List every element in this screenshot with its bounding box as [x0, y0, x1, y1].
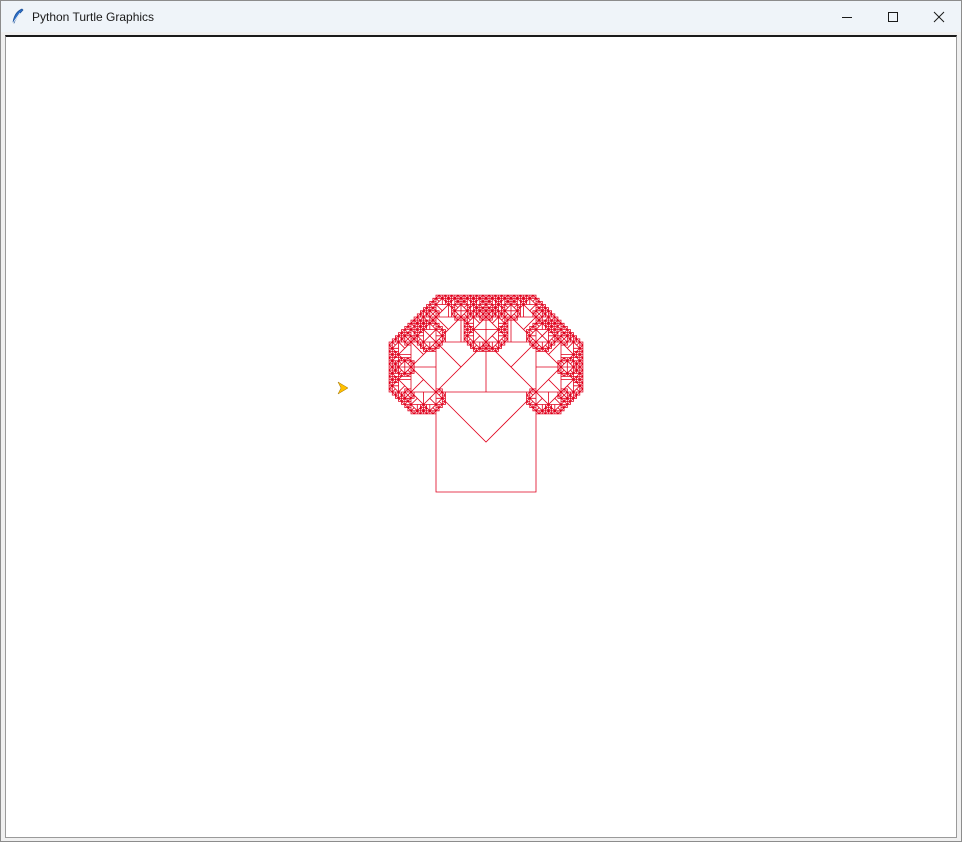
turtle-canvas[interactable]: [6, 37, 956, 837]
close-button[interactable]: [916, 1, 962, 32]
title-bar[interactable]: Python Turtle Graphics: [1, 1, 961, 32]
minimize-button[interactable]: [824, 1, 870, 32]
maximize-button[interactable]: [870, 1, 916, 32]
maximize-icon: [888, 11, 898, 22]
close-icon: [933, 11, 945, 22]
minimize-icon: [842, 16, 852, 18]
turtle-canvas-frame: [5, 35, 957, 838]
window-title: Python Turtle Graphics: [32, 10, 155, 24]
pythagoras-tree: [388, 294, 584, 493]
fractal-branches: [388, 294, 584, 493]
turtle-cursor: [337, 381, 349, 395]
turtle-window: Python Turtle Graphics: [0, 0, 962, 842]
feather-icon: [12, 8, 24, 24]
